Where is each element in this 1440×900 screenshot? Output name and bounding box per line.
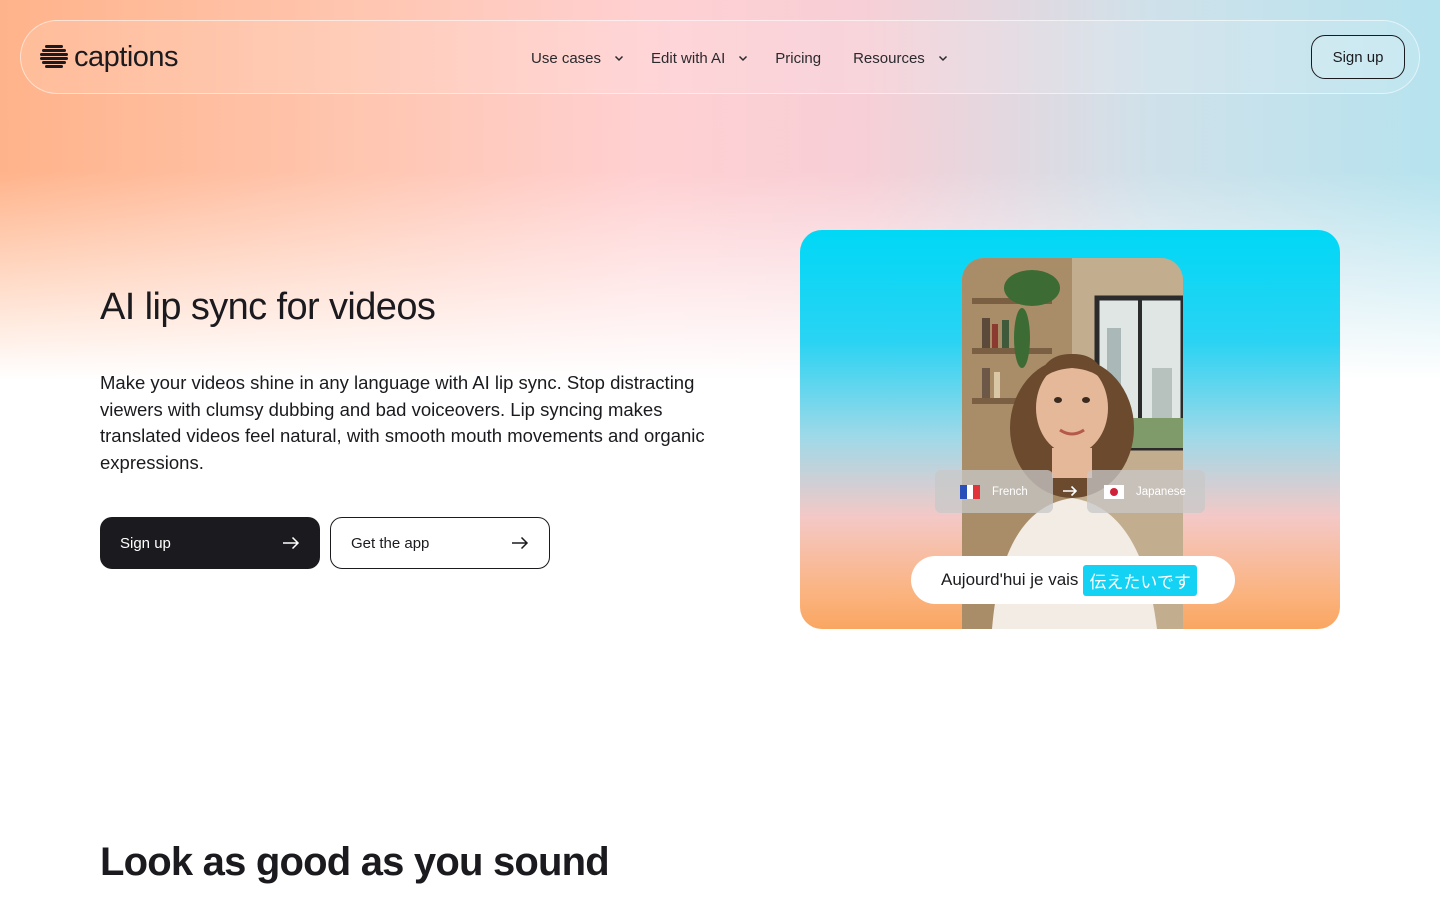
- chevron-down-icon: [938, 55, 947, 62]
- top-navigation: captions Use cases Edit with AI Pricing …: [20, 20, 1420, 94]
- nav-item-label: Pricing: [775, 49, 822, 67]
- source-language-badge: French: [935, 470, 1053, 513]
- nav-item-resources[interactable]: Resources: [853, 38, 949, 78]
- arrow-right-icon: [512, 536, 529, 550]
- hero-video-preview[interactable]: French Japanese Aujourd'hui je vais 伝えたい…: [800, 230, 1340, 629]
- captions-logo-icon: [40, 45, 68, 68]
- hero-description: Make your videos shine in any language w…: [100, 372, 705, 473]
- nav-item-use-cases[interactable]: Use cases: [531, 38, 625, 78]
- caption-text: Aujourd'hui je vais: [941, 570, 1079, 589]
- arrow-right-icon: [1063, 485, 1078, 497]
- get-app-button[interactable]: Get the app: [330, 517, 550, 569]
- hero-title: AI lip sync for videos: [100, 286, 436, 328]
- target-language-badge: Japanese: [1087, 470, 1205, 513]
- nav-links: Use cases Edit with AI Pricing Resources: [531, 21, 949, 95]
- nav-item-label: Use cases: [531, 49, 602, 67]
- section-title: Look as good as you sound: [100, 840, 610, 884]
- nav-signup-button[interactable]: Sign up: [1311, 35, 1405, 79]
- chevron-down-icon: [739, 55, 748, 62]
- nav-item-pricing[interactable]: Pricing: [775, 38, 821, 78]
- chevron-down-icon: [615, 55, 624, 62]
- brand-logo[interactable]: captions: [40, 39, 179, 75]
- brand-name: captions: [74, 40, 179, 73]
- caption-bubble: Aujourd'hui je vais 伝えたいです: [911, 556, 1235, 604]
- signup-button[interactable]: Sign up: [100, 517, 320, 569]
- japan-flag-icon: [1104, 484, 1124, 499]
- caption-highlight: 伝えたいです: [1083, 564, 1197, 596]
- arrow-right-icon: [283, 536, 300, 550]
- nav-item-edit-with-ai[interactable]: Edit with AI: [651, 38, 749, 78]
- get-app-button-label: Get the app: [351, 534, 430, 552]
- source-language-label: French: [992, 485, 1028, 498]
- signup-button-label: Sign up: [120, 534, 171, 552]
- nav-item-label: Resources: [853, 49, 925, 67]
- target-language-label: Japanese: [1136, 485, 1186, 498]
- france-flag-icon: [960, 484, 980, 499]
- nav-item-label: Edit with AI: [651, 49, 726, 67]
